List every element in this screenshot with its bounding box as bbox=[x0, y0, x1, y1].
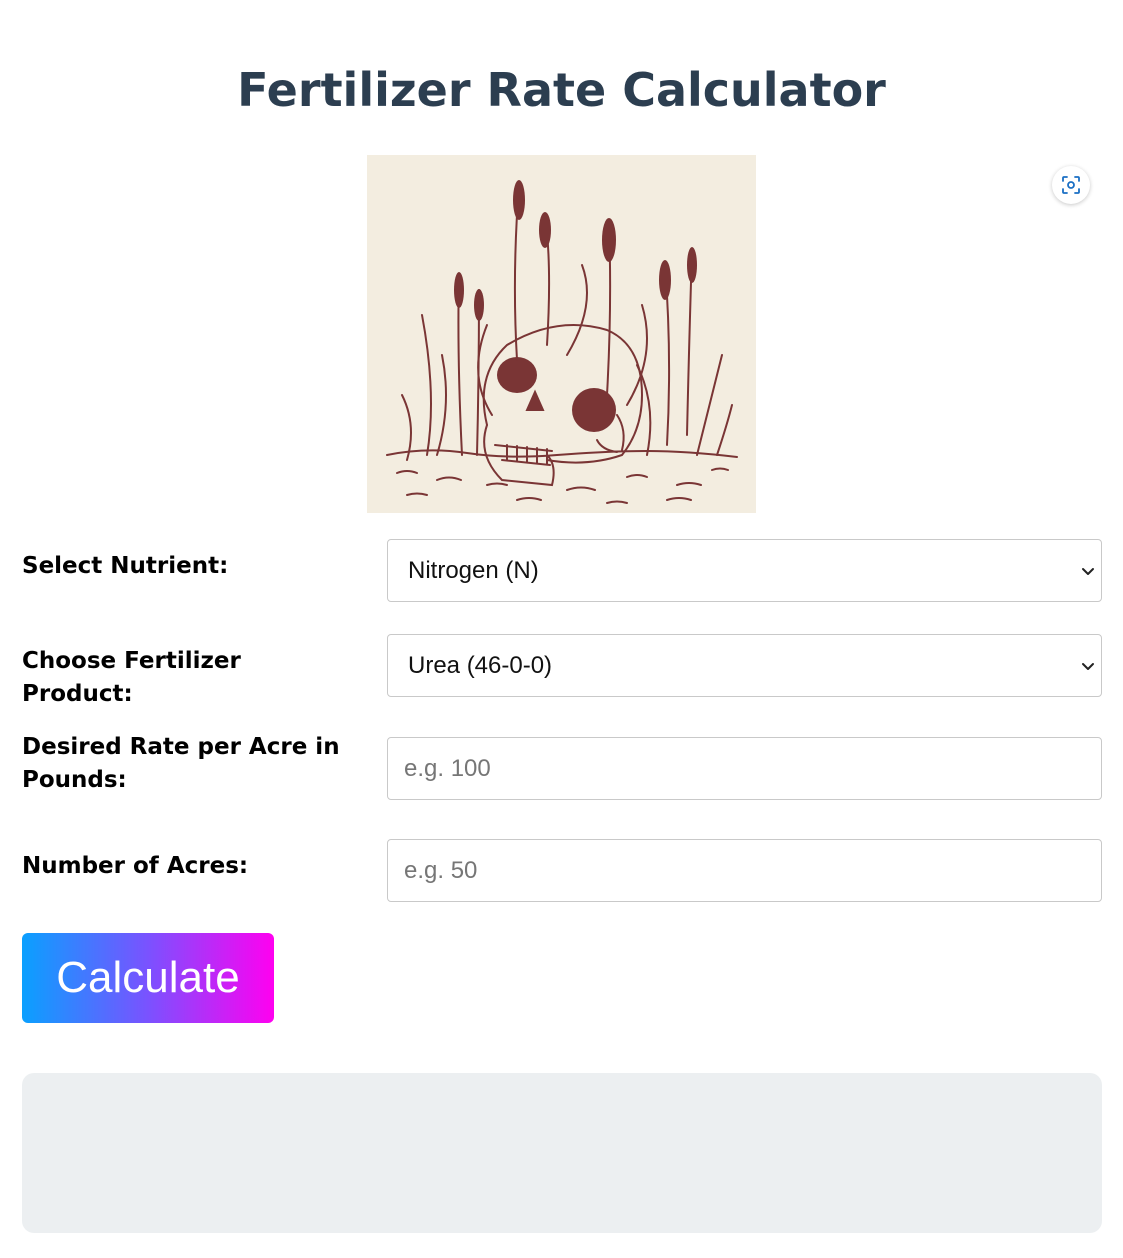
page-title: Fertilizer Rate Calculator bbox=[237, 63, 886, 117]
rate-label: Desired Rate per Acre in Pounds: bbox=[22, 734, 340, 793]
scan-image-button[interactable] bbox=[1052, 166, 1090, 204]
product-select[interactable]: Urea (46-0-0) bbox=[387, 634, 1102, 697]
acres-input[interactable] bbox=[387, 839, 1102, 902]
nutrient-select[interactable]: Nitrogen (N) bbox=[387, 539, 1102, 602]
rate-input[interactable] bbox=[387, 737, 1102, 800]
skull-wheat-illustration bbox=[367, 155, 756, 513]
hero-illustration bbox=[367, 155, 756, 513]
scan-icon bbox=[1062, 176, 1080, 194]
result-panel bbox=[22, 1073, 1102, 1233]
acres-label: Number of Acres: bbox=[22, 853, 249, 879]
nutrient-label: Select Nutrient: bbox=[22, 553, 229, 579]
product-label: Choose Fertilizer Product: bbox=[22, 648, 241, 707]
calculate-button[interactable]: Calculate bbox=[22, 933, 274, 1023]
